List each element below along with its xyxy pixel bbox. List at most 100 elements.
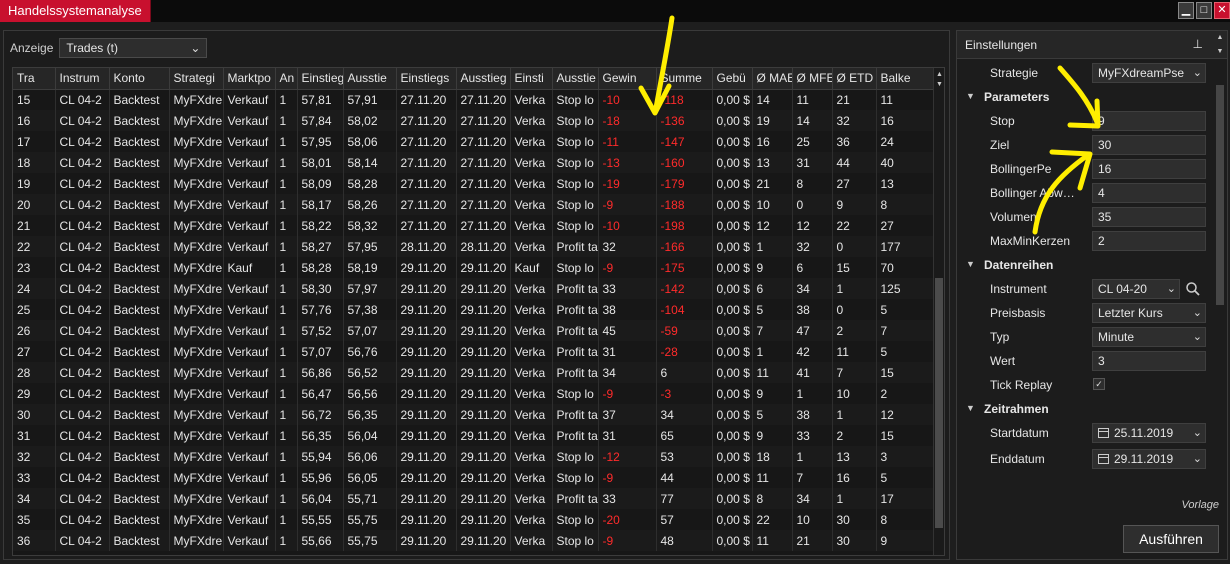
table-cell: CL 04-2 (55, 278, 110, 299)
table-row[interactable]: 32 CL 04-2 Backtest MyFXdre Verkauf 1 55,94 56,… (13, 446, 936, 467)
pin-icon[interactable]: ⊥ (1193, 37, 1203, 51)
column-header[interactable]: Ø ETD (832, 68, 877, 90)
table-row[interactable]: 20 CL 04-2 Backtest MyFXdre Verkauf 1 58,17 58,… (13, 194, 936, 215)
table-cell: 32 (598, 236, 657, 257)
column-header[interactable]: Summe (656, 68, 713, 90)
table-cell: 56,52 (343, 362, 397, 383)
table-cell: 30 (832, 509, 877, 530)
table-cell: Verkauf (223, 446, 276, 467)
table-cell: 58,09 (297, 173, 344, 194)
value-input[interactable]: 3 (1092, 351, 1206, 371)
table-row[interactable]: 31 CL 04-2 Backtest MyFXdre Verkauf 1 56,35 56,… (13, 425, 936, 446)
column-header[interactable]: Tra (13, 68, 56, 90)
column-header[interactable]: Gewin (598, 68, 657, 90)
table-cell: -9 (598, 383, 657, 404)
strategy-select[interactable]: MyFXdreamPse ⌄ (1092, 63, 1206, 83)
start-date-picker[interactable]: 25.11.2019 ⌄ (1092, 423, 1206, 443)
column-header[interactable]: Instrum (55, 68, 110, 90)
scroll-down-icon[interactable]: ▼ (1215, 45, 1225, 59)
maximize-button[interactable]: □ (1196, 2, 1212, 19)
scroll-up-icon[interactable]: ▲ (1215, 31, 1225, 45)
table-cell: 23 (13, 257, 56, 278)
scroll-thumb[interactable] (935, 278, 943, 528)
table-row[interactable]: 36 CL 04-2 Backtest MyFXdre Verkauf 1 55,66 55,… (13, 530, 936, 551)
table-cell: 8 (876, 509, 936, 530)
column-header[interactable]: Einstieg (297, 68, 344, 90)
minimize-button[interactable]: ▁ (1178, 2, 1194, 19)
table-cell: MyFXdre (169, 215, 224, 236)
table-row[interactable]: 18 CL 04-2 Backtest MyFXdre Verkauf 1 58,01 58,… (13, 152, 936, 173)
table-row[interactable]: 23 CL 04-2 Backtest MyFXdre Kauf 1 58,28 58,19 2… (13, 257, 936, 278)
table-row[interactable]: 34 CL 04-2 Backtest MyFXdre Verkauf 1 56,04 55,… (13, 488, 936, 509)
column-header[interactable]: Gebü (712, 68, 753, 90)
target-input[interactable]: 30 (1092, 135, 1206, 155)
table-row[interactable]: 15 CL 04-2 Backtest MyFXdre Verkauf 1 57,81 57,… (13, 89, 936, 110)
scroll-up-icon[interactable]: ▲ (935, 70, 944, 80)
type-select[interactable]: Minute ⌄ (1092, 327, 1206, 347)
bollinger-period-input[interactable]: 16 (1092, 159, 1206, 179)
table-row[interactable]: 22 CL 04-2 Backtest MyFXdre Verkauf 1 58,27 57,… (13, 236, 936, 257)
column-header[interactable]: Balke (876, 68, 936, 90)
table-row[interactable]: 16 CL 04-2 Backtest MyFXdre Verkauf 1 57,84 58,… (13, 110, 936, 131)
table-row[interactable]: 19 CL 04-2 Backtest MyFXdre Verkauf 1 58,09 58,… (13, 173, 936, 194)
header-scroll[interactable]: ▲ ▼ (1215, 31, 1225, 59)
table-cell: Backtest (109, 530, 170, 551)
scroll-thumb[interactable] (1216, 85, 1224, 305)
table-cell: MyFXdre (169, 257, 224, 278)
table-row[interactable]: 30 CL 04-2 Backtest MyFXdre Verkauf 1 56,72 56,… (13, 404, 936, 425)
column-header[interactable]: Marktpo (223, 68, 276, 90)
table-row[interactable]: 26 CL 04-2 Backtest MyFXdre Verkauf 1 57,52 57,… (13, 320, 936, 341)
grid-scrollbar[interactable]: ▲ ▼ (933, 68, 944, 555)
table-cell: 56,04 (343, 425, 397, 446)
table-row[interactable]: 33 CL 04-2 Backtest MyFXdre Verkauf 1 55,96 56,… (13, 467, 936, 488)
scroll-down-icon[interactable]: ▼ (935, 80, 944, 90)
trades-grid[interactable]: Tra Instrum Konto Strategi Marktpo An Einstieg… (12, 67, 945, 556)
settings-title: Einstellungen (965, 38, 1038, 52)
category-data-series[interactable]: ▼ Datenreihen (957, 253, 1215, 277)
end-date-picker[interactable]: 29.11.2019 ⌄ (1092, 449, 1206, 469)
table-row[interactable]: 28 CL 04-2 Backtest MyFXdre Verkauf 1 56,86 56,… (13, 362, 936, 383)
run-button[interactable]: Ausführen (1123, 525, 1219, 553)
param-row-maxmin: MaxMinKerzen 2 (957, 229, 1215, 253)
calendar-icon (1098, 428, 1109, 438)
column-header[interactable]: Konto (109, 68, 170, 90)
table-cell: -9 (598, 257, 657, 278)
tick-replay-checkbox[interactable]: ✓ (1093, 378, 1105, 390)
table-row[interactable]: 29 CL 04-2 Backtest MyFXdre Verkauf 1 56,47 56,… (13, 383, 936, 404)
column-header[interactable]: Ausstieg (456, 68, 511, 90)
table-cell: MyFXdre (169, 425, 224, 446)
column-header[interactable]: An (275, 68, 298, 90)
template-label[interactable]: Vorlage (1181, 499, 1219, 511)
column-header[interactable]: Ø MAE (752, 68, 793, 90)
table-row[interactable]: 27 CL 04-2 Backtest MyFXdre Verkauf 1 57,07 56,… (13, 341, 936, 362)
column-header[interactable]: Einsti (510, 68, 553, 90)
table-row[interactable]: 24 CL 04-2 Backtest MyFXdre Verkauf 1 58,30 57,… (13, 278, 936, 299)
category-parameters[interactable]: ▼ Parameters (957, 85, 1215, 109)
table-row[interactable]: 25 CL 04-2 Backtest MyFXdre Verkauf 1 57,76 57,… (13, 299, 936, 320)
table-cell: Verkauf (223, 488, 276, 509)
maxmin-input[interactable]: 2 (1092, 231, 1206, 251)
table-cell: Backtest (109, 467, 170, 488)
table-row[interactable]: 17 CL 04-2 Backtest MyFXdre Verkauf 1 57,95 58,… (13, 131, 936, 152)
table-cell: 58,19 (343, 257, 397, 278)
close-button[interactable]: ✕ (1214, 2, 1230, 19)
bollinger-deviation-input[interactable]: 4 (1092, 183, 1206, 203)
table-row[interactable]: 35 CL 04-2 Backtest MyFXdre Verkauf 1 55,55 55,… (13, 509, 936, 530)
display-select[interactable]: Trades (t) ⌄ (59, 38, 208, 58)
column-header[interactable]: Ausstie (343, 68, 397, 90)
chevron-down-icon: ⌄ (1192, 67, 1202, 79)
volume-input[interactable]: 35 (1092, 207, 1206, 227)
stop-input[interactable]: 9 (1092, 111, 1206, 131)
column-header[interactable]: Ø MFE (792, 68, 833, 90)
search-icon[interactable] (1185, 281, 1201, 297)
instrument-select[interactable]: CL 04-20 ⌄ (1092, 279, 1180, 299)
column-header[interactable]: Einstiegs (396, 68, 457, 90)
table-row[interactable]: 21 CL 04-2 Backtest MyFXdre Verkauf 1 58,22 58,… (13, 215, 936, 236)
table-cell: CL 04-2 (55, 215, 110, 236)
settings-scrollbar[interactable] (1215, 85, 1225, 495)
price-basis-select[interactable]: Letzter Kurs ⌄ (1092, 303, 1206, 323)
table-cell: 21 (13, 215, 56, 236)
column-header[interactable]: Ausstie (552, 68, 599, 90)
column-header[interactable]: Strategi (169, 68, 224, 90)
category-time-frame[interactable]: ▼ Zeitrahmen (957, 397, 1215, 421)
